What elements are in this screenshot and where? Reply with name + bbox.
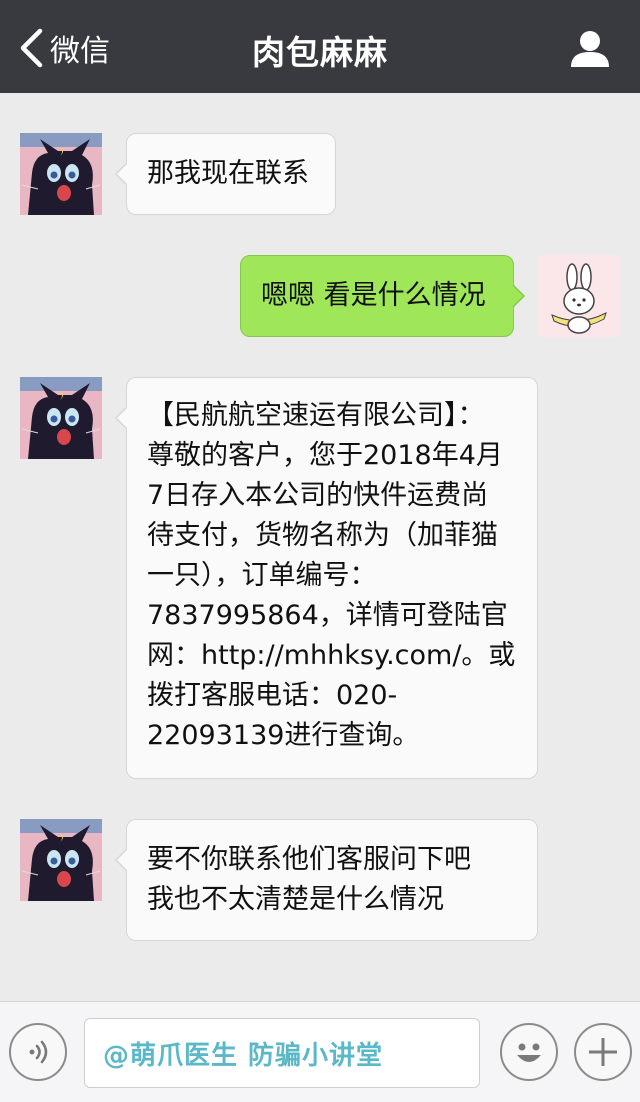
received-message-bubble[interactable]: 要不你联系他们客服问下吧 我也不太清楚是什么情况 bbox=[115, 819, 538, 941]
cat-avatar-icon bbox=[20, 819, 102, 901]
message-text-line: 7日存入本公司的快件运费尚 bbox=[147, 480, 489, 511]
message-text-line: 要不你联系他们客服问下吧 bbox=[147, 844, 471, 875]
message-text-line: 我也不太清楚是什么情况 bbox=[147, 884, 444, 915]
input-bar: @萌爪医生 防骗小讲堂 bbox=[0, 1001, 640, 1102]
message-text-line: 那我现在联系 bbox=[147, 158, 309, 189]
my-avatar[interactable] bbox=[538, 255, 620, 337]
chat-info-button[interactable] bbox=[570, 28, 610, 68]
received-message-bubble[interactable]: 【民航航空速运有限公司】： 尊敬的客户，您于2018年4月 7日存入本公司的快件… bbox=[115, 377, 538, 779]
message-text-line: 【民航航空速运有限公司】： bbox=[147, 400, 485, 431]
received-message-bubble[interactable]: 那我现在联系 bbox=[115, 133, 336, 215]
message-text-line: 嗯嗯 看是什么情况 bbox=[261, 280, 486, 311]
voice-button[interactable] bbox=[9, 1023, 67, 1081]
chat-header: 微信 肉包麻麻 bbox=[0, 0, 640, 93]
message-text-line: 待支付，货物名称为（加菲猫 bbox=[147, 520, 498, 551]
message-text-line: 尊敬的客户，您于2018年4月 bbox=[147, 440, 503, 471]
voice-icon bbox=[29, 1040, 48, 1064]
message-text-line: 网：http://mhhksy.com/。或 bbox=[147, 640, 516, 671]
profile-icon bbox=[571, 31, 609, 67]
message-text-line: 一只），订单编号： bbox=[147, 560, 377, 591]
contact-avatar[interactable] bbox=[20, 377, 102, 459]
message-input-text: @萌爪医生 防骗小讲堂 bbox=[103, 1041, 384, 1071]
message-text-line: 22093139进行查询。 bbox=[147, 720, 420, 751]
message-text-line: 拨打客服电话：020- bbox=[147, 680, 398, 711]
emoji-icon bbox=[517, 1043, 541, 1062]
emoji-button[interactable] bbox=[500, 1023, 558, 1081]
chat-title: 肉包麻麻 bbox=[252, 33, 388, 72]
more-button[interactable] bbox=[574, 1023, 632, 1081]
cat-avatar-icon bbox=[20, 133, 102, 215]
message-input[interactable]: @萌爪医生 防骗小讲堂 bbox=[84, 1018, 480, 1088]
cat-avatar-icon bbox=[20, 377, 102, 459]
contact-avatar[interactable] bbox=[20, 819, 102, 901]
bunny-avatar-icon bbox=[538, 255, 620, 337]
plus-icon bbox=[589, 1038, 617, 1066]
message-text-line: 7837995864，详情可登陆官 bbox=[147, 600, 508, 631]
contact-avatar[interactable] bbox=[20, 133, 102, 215]
sent-message-bubble[interactable]: 嗯嗯 看是什么情况 bbox=[240, 255, 525, 337]
